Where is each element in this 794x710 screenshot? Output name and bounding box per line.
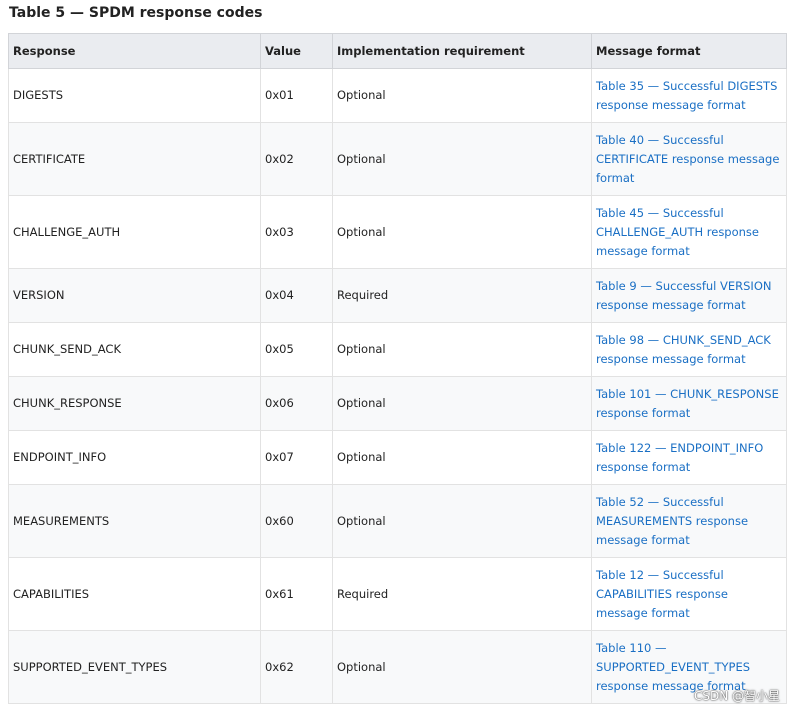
format-cell: Table 101 — CHUNK_RESPONSE response form… — [591, 376, 787, 431]
value-cell: 0x60 — [260, 484, 333, 558]
table-row: VERSION 0x04 Required Table 9 — Successf… — [8, 268, 787, 323]
response-cell: CHUNK_SEND_ACK — [8, 322, 261, 377]
format-cell: Table 9 — Successful VERSION response me… — [591, 268, 787, 323]
format-cell: Table 12 — Successful CAPABILITIES respo… — [591, 557, 787, 631]
watermark: CSDN @智小星 — [693, 689, 780, 703]
response-cell: CAPABILITIES — [8, 557, 261, 631]
value-cell: 0x01 — [260, 68, 333, 123]
message-format-link[interactable]: Table 122 — ENDPOINT_INFO response forma… — [596, 441, 763, 474]
response-cell: ENDPOINT_INFO — [8, 430, 261, 485]
table-row: CHUNK_SEND_ACK 0x05 Optional Table 98 — … — [8, 322, 787, 377]
message-format-link[interactable]: Table 110 — SUPPORTED_EVENT_TYPES respon… — [596, 641, 750, 693]
message-format-link[interactable]: Table 98 — CHUNK_SEND_ACK response messa… — [596, 333, 771, 366]
message-format-link[interactable]: Table 9 — Successful VERSION response me… — [596, 279, 771, 312]
response-cell: CHALLENGE_AUTH — [8, 195, 261, 269]
table-row: MEASUREMENTS 0x60 Optional Table 52 — Su… — [8, 484, 787, 558]
value-cell: 0x03 — [260, 195, 333, 269]
table-row: ENDPOINT_INFO 0x07 Optional Table 122 — … — [8, 430, 787, 485]
header-response: Response — [8, 33, 261, 69]
requirement-cell: Optional — [332, 322, 592, 377]
value-cell: 0x05 — [260, 322, 333, 377]
requirement-cell: Optional — [332, 195, 592, 269]
spdm-response-codes-table: Response Value Implementation requiremen… — [8, 33, 787, 704]
requirement-cell: Optional — [332, 376, 592, 431]
value-cell: 0x07 — [260, 430, 333, 485]
value-cell: 0x02 — [260, 122, 333, 196]
table-header-row: Response Value Implementation requiremen… — [8, 33, 787, 69]
value-cell: 0x62 — [260, 630, 333, 704]
message-format-link[interactable]: Table 40 — Successful CERTIFICATE respon… — [596, 133, 779, 185]
requirement-cell: Required — [332, 268, 592, 323]
format-cell: Table 122 — ENDPOINT_INFO response forma… — [591, 430, 787, 485]
message-format-link[interactable]: Table 35 — Successful DIGESTS response m… — [596, 79, 777, 112]
response-cell: CHUNK_RESPONSE — [8, 376, 261, 431]
format-cell: Table 45 — Successful CHALLENGE_AUTH res… — [591, 195, 787, 269]
table-row: SUPPORTED_EVENT_TYPES 0x62 Optional Tabl… — [8, 630, 787, 704]
value-cell: 0x06 — [260, 376, 333, 431]
format-cell: Table 40 — Successful CERTIFICATE respon… — [591, 122, 787, 196]
format-cell: Table 35 — Successful DIGESTS response m… — [591, 68, 787, 123]
header-requirement: Implementation requirement — [332, 33, 592, 69]
table-row: CHALLENGE_AUTH 0x03 Optional Table 45 — … — [8, 195, 787, 269]
requirement-cell: Required — [332, 557, 592, 631]
table-row: DIGESTS 0x01 Optional Table 35 — Success… — [8, 68, 787, 123]
value-cell: 0x04 — [260, 268, 333, 323]
requirement-cell: Optional — [332, 430, 592, 485]
format-cell: Table 52 — Successful MEASUREMENTS respo… — [591, 484, 787, 558]
format-cell: Table 98 — CHUNK_SEND_ACK response messa… — [591, 322, 787, 377]
response-cell: CERTIFICATE — [8, 122, 261, 196]
requirement-cell: Optional — [332, 68, 592, 123]
header-value: Value — [260, 33, 333, 69]
requirement-cell: Optional — [332, 484, 592, 558]
requirement-cell: Optional — [332, 630, 592, 704]
response-cell: VERSION — [8, 268, 261, 323]
table-row: CAPABILITIES 0x61 Required Table 12 — Su… — [8, 557, 787, 631]
header-format: Message format — [591, 33, 787, 69]
table-row: CHUNK_RESPONSE 0x06 Optional Table 101 —… — [8, 376, 787, 431]
requirement-cell: Optional — [332, 122, 592, 196]
message-format-link[interactable]: Table 45 — Successful CHALLENGE_AUTH res… — [596, 206, 759, 258]
value-cell: 0x61 — [260, 557, 333, 631]
response-cell: SUPPORTED_EVENT_TYPES — [8, 630, 261, 704]
table-row: CERTIFICATE 0x02 Optional Table 40 — Suc… — [8, 122, 787, 196]
table-caption: Table 5 — SPDM response codes — [9, 5, 263, 21]
response-cell: DIGESTS — [8, 68, 261, 123]
message-format-link[interactable]: Table 12 — Successful CAPABILITIES respo… — [596, 568, 728, 620]
message-format-link[interactable]: Table 52 — Successful MEASUREMENTS respo… — [596, 495, 748, 547]
response-cell: MEASUREMENTS — [8, 484, 261, 558]
message-format-link[interactable]: Table 101 — CHUNK_RESPONSE response form… — [596, 387, 779, 420]
